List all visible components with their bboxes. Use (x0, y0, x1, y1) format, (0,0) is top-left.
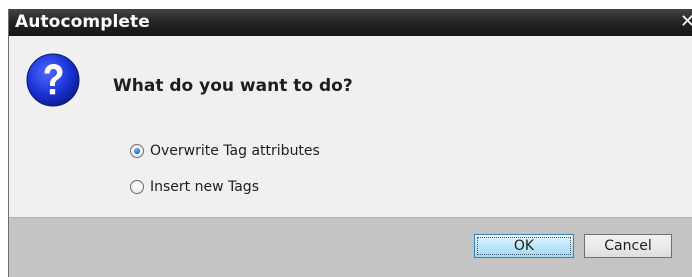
autocomplete-dialog: Autocomplete ✕ What do you want to do? O… (8, 9, 692, 277)
option-label[interactable]: Overwrite Tag attributes (150, 143, 320, 159)
option-insert-new-tags[interactable]: Insert new Tags (130, 177, 259, 197)
close-button[interactable]: ✕ (680, 11, 692, 33)
close-icon: ✕ (680, 11, 692, 32)
option-label[interactable]: Insert new Tags (150, 179, 259, 195)
dialog-title: Autocomplete (15, 12, 150, 32)
cancel-button[interactable]: Cancel (584, 234, 672, 258)
dialog-body: What do you want to do? Overwrite Tag at… (9, 36, 692, 217)
ok-button[interactable]: OK (474, 234, 574, 258)
radio-button-checked[interactable] (130, 144, 144, 158)
question-icon (26, 53, 80, 107)
button-bar: OK Cancel (9, 217, 692, 277)
option-overwrite-tag-attributes[interactable]: Overwrite Tag attributes (130, 141, 320, 161)
question-text: What do you want to do? (113, 76, 353, 96)
radio-button-unchecked[interactable] (130, 180, 144, 194)
titlebar[interactable]: Autocomplete ✕ (9, 9, 692, 36)
